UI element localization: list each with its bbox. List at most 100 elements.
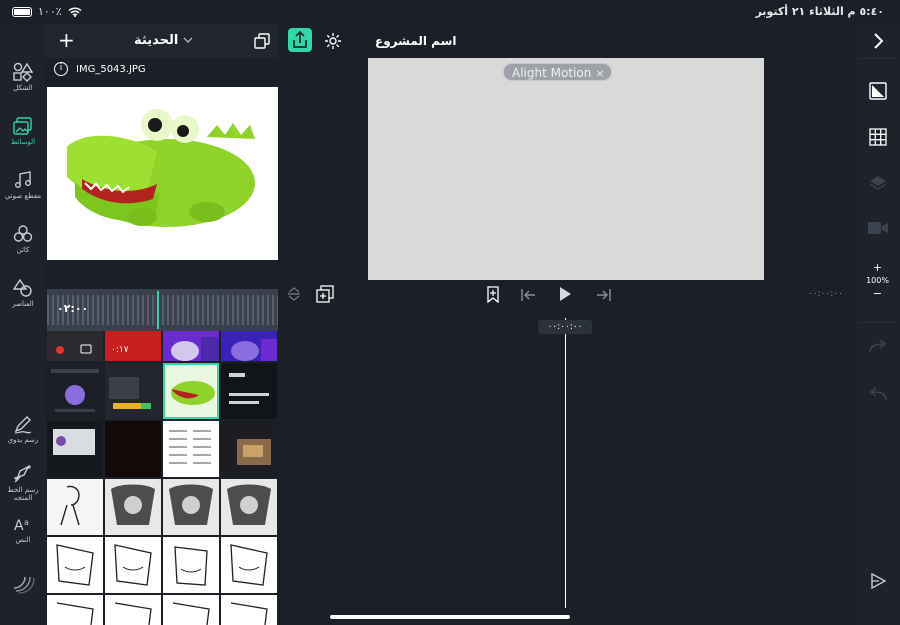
left-toolbar: الشكل الوسائط مقطع صوتي كائن العناصر رسم…: [0, 24, 46, 625]
media-thumbnail[interactable]: [105, 421, 161, 477]
tool-vector[interactable]: رسم الخط المتجه: [0, 464, 46, 502]
tool-media-label: الوسائط: [10, 138, 36, 146]
watermark-text: Alight Motion: [512, 66, 592, 80]
play-icon[interactable]: [558, 286, 572, 302]
editor-top-bar: اسم المشروع: [278, 24, 855, 58]
tool-elements[interactable]: العناصر: [0, 278, 46, 308]
media-thumbnail[interactable]: [105, 363, 161, 419]
play-preview-button[interactable]: [855, 572, 900, 594]
divider: [859, 58, 896, 59]
tool-shape[interactable]: الشكل: [0, 62, 46, 92]
svg-text:a: a: [24, 518, 29, 527]
tool-media[interactable]: الوسائط: [0, 116, 46, 146]
media-thumbnail[interactable]: [47, 363, 103, 419]
media-thumbnail[interactable]: [47, 421, 103, 477]
recent-dropdown[interactable]: الحديثة: [134, 33, 199, 48]
zoom-control: + 100% −: [865, 262, 890, 304]
media-thumbnail[interactable]: [163, 595, 219, 625]
grid-button[interactable]: [855, 128, 900, 150]
video-camera-icon: [867, 222, 888, 234]
collapse-timeline-icon[interactable]: [286, 286, 302, 302]
copy-icon: [254, 33, 270, 49]
selected-file-info: i IMG_5043.JPG: [46, 58, 278, 82]
tool-object[interactable]: كائن: [0, 224, 46, 254]
tool-text[interactable]: Aa النص: [0, 514, 46, 544]
bookmark-icon[interactable]: [486, 286, 500, 303]
battery-icon: [12, 6, 32, 17]
media-thumbnail[interactable]: [105, 537, 161, 593]
redo-icon: [868, 339, 886, 353]
share-upload-icon: [293, 30, 307, 48]
tool-audio[interactable]: مقطع صوتي: [0, 170, 46, 200]
media-thumbnail[interactable]: [47, 537, 103, 593]
current-time-badge: ٠٠:٠٠:٠٠: [538, 320, 592, 334]
expand-panel-button[interactable]: [855, 32, 900, 54]
tool-shape-label: الشكل: [13, 84, 33, 92]
aspect-ratio-button[interactable]: [855, 82, 900, 104]
add-layer-icon[interactable]: [316, 285, 334, 303]
project-canvas[interactable]: Alight Motion ×: [368, 58, 764, 280]
settings-button[interactable]: [324, 32, 342, 54]
divider: [859, 322, 896, 323]
canvas-area: Alight Motion ×: [278, 58, 855, 280]
timeline[interactable]: ٠٠:٠٠:٠٠: [278, 310, 855, 625]
chevron-right-icon: [873, 33, 883, 49]
tool-freehand[interactable]: رسم يدوي: [0, 414, 46, 444]
redo-button[interactable]: [855, 338, 900, 357]
zoom-out-button[interactable]: −: [865, 288, 890, 300]
project-name[interactable]: اسم المشروع: [375, 34, 457, 48]
tool-vector-label: رسم الخط المتجه: [7, 486, 39, 502]
media-thumbnail[interactable]: [163, 537, 219, 593]
media-thumbnail[interactable]: [221, 331, 277, 361]
grid-icon: [868, 128, 887, 146]
tool-text-label: النص: [15, 536, 31, 544]
watermark-badge[interactable]: Alight Motion ×: [503, 63, 612, 81]
freehand-draw-icon: [14, 416, 32, 434]
group-object-icon: [13, 225, 33, 242]
jump-to-start-icon[interactable]: [520, 288, 536, 302]
aspect-ratio-icon: [868, 82, 887, 100]
media-thumbnail[interactable]: [163, 479, 219, 535]
tool-elements-label: العناصر: [12, 300, 34, 308]
media-thumbnail[interactable]: [163, 421, 219, 477]
waveform-playhead[interactable]: [157, 291, 159, 329]
elements-icon: [13, 278, 32, 297]
app-logo: [0, 569, 46, 597]
jump-to-end-icon[interactable]: [596, 288, 612, 302]
media-thumbnail-selected[interactable]: [163, 363, 219, 419]
media-thumbnail[interactable]: [163, 331, 219, 361]
info-icon[interactable]: i: [54, 62, 68, 76]
layers-icon: [869, 176, 886, 190]
camera-button: [855, 220, 900, 240]
media-thumbnail[interactable]: [105, 595, 161, 625]
media-thumbnail[interactable]: [221, 595, 277, 625]
audio-waveform[interactable]: ٠٢:٠٠: [47, 289, 278, 331]
multi-select-button[interactable]: [254, 33, 270, 53]
media-thumbnail[interactable]: [221, 363, 277, 419]
thumbnail-duration: ٠:١٧: [111, 345, 129, 355]
alight-motion-logo-icon: [13, 576, 35, 594]
vector-pen-icon: [13, 465, 31, 483]
media-thumbnail[interactable]: [221, 537, 277, 593]
status-left: ١٠٠٪: [12, 5, 82, 18]
gear-icon: [325, 33, 341, 49]
media-panel-header: + الحديثة: [46, 24, 278, 58]
tool-object-label: كائن: [16, 246, 30, 254]
media-thumbnail[interactable]: [105, 479, 161, 535]
close-icon[interactable]: ×: [595, 67, 604, 80]
export-button[interactable]: [288, 28, 312, 52]
media-thumbnail[interactable]: [221, 421, 277, 477]
add-media-button[interactable]: +: [58, 28, 75, 52]
zoom-in-button[interactable]: +: [865, 262, 890, 274]
media-thumbnail[interactable]: [47, 595, 103, 625]
media-thumbnail[interactable]: [47, 479, 103, 535]
timeline-toolbar: ٠٠:٠٠:٠٠: [278, 280, 855, 310]
timeline-playhead[interactable]: [565, 318, 566, 608]
timeline-end-time: ٠٠:٠٠:٠٠: [807, 289, 843, 299]
undo-button[interactable]: [855, 386, 900, 405]
media-thumbnail[interactable]: [47, 331, 103, 361]
crocodile-toy-image: [67, 109, 255, 227]
media-thumbnail[interactable]: ٠:١٧: [105, 331, 161, 361]
media-thumbnail[interactable]: [221, 479, 277, 535]
status-time-date: ٥:٤٠ م الثلاثاء ٢١ أكتوبر: [755, 5, 884, 18]
